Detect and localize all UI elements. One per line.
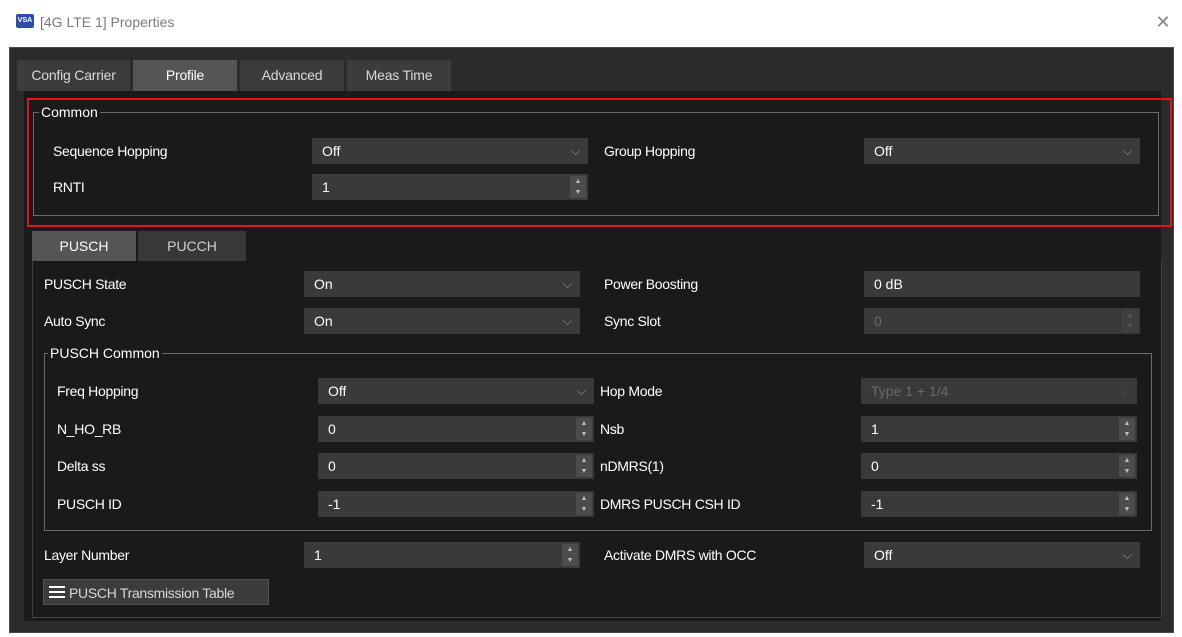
spin-down-icon[interactable]: ▼ — [576, 504, 592, 515]
sequence-hopping-dropdown[interactable]: Off ⌵ — [312, 138, 588, 164]
spinner: ▲ ▼ — [562, 544, 578, 566]
ndmrs1-spinbox[interactable]: 0 ▲ ▼ — [861, 453, 1137, 479]
ndmrs1-label: nDMRS(1) — [600, 458, 664, 474]
tab-profile[interactable]: Profile — [133, 60, 237, 91]
spinner: ▲ ▼ — [1119, 418, 1135, 440]
common-group — [33, 112, 1159, 216]
hop-mode-label: Hop Mode — [600, 383, 663, 399]
tab-meas-time[interactable]: Meas Time — [347, 60, 451, 91]
power-boosting-input[interactable]: 0 dB — [864, 271, 1140, 297]
tab-pucch[interactable]: PUCCH — [138, 231, 246, 261]
power-boosting-value: 0 dB — [874, 276, 903, 292]
tab-config-carrier[interactable]: Config Carrier — [17, 60, 130, 91]
spin-down-icon[interactable]: ▼ — [562, 555, 578, 566]
auto-sync-label: Auto Sync — [44, 313, 106, 329]
spinner: ▲ ▼ — [576, 455, 592, 477]
auto-sync-value: On — [314, 313, 333, 329]
spinner: ▲ ▼ — [1122, 310, 1138, 332]
spinner: ▲ ▼ — [1119, 455, 1135, 477]
sync-slot-value: 0 — [874, 313, 882, 329]
pusch-transmission-table-label: PUSCH Transmission Table — [69, 585, 235, 601]
activate-dmrs-occ-label: Activate DMRS with OCC — [604, 547, 757, 563]
pusch-state-value: On — [314, 276, 333, 292]
nsb-label: Nsb — [600, 421, 624, 437]
tab-advanced[interactable]: Advanced — [240, 60, 344, 91]
spin-down-icon[interactable]: ▼ — [576, 466, 592, 477]
n-ho-rb-spinbox[interactable]: 0 ▲ ▼ — [318, 416, 594, 442]
power-boosting-label: Power Boosting — [604, 276, 698, 292]
chevron-down-icon: ⌵ — [1119, 384, 1129, 398]
spinner: ▲ ▼ — [576, 493, 592, 515]
hop-mode-value: Type 1 + 1/4 — [871, 383, 949, 399]
pusch-state-dropdown[interactable]: On ⌵ — [304, 271, 580, 297]
spinner: ▲ ▼ — [1119, 493, 1135, 515]
dmrs-pusch-csh-id-label: DMRS PUSCH CSH ID — [600, 496, 741, 512]
spin-down-icon[interactable]: ▼ — [570, 187, 586, 198]
dmrs-pusch-csh-id-value: -1 — [871, 496, 884, 512]
sequence-hopping-label: Sequence Hopping — [53, 143, 168, 159]
delta-ss-spinbox[interactable]: 0 ▲ ▼ — [318, 453, 594, 479]
menu-icon — [49, 586, 65, 598]
layer-number-spinbox[interactable]: 1 ▲ ▼ — [304, 542, 580, 568]
chevron-down-icon: ⌵ — [576, 384, 586, 398]
freq-hopping-value: Off — [328, 383, 347, 399]
layer-number-label: Layer Number — [44, 547, 130, 563]
pusch-common-group-label: PUSCH Common — [48, 345, 162, 361]
sync-slot-spinbox[interactable]: 0 ▲ ▼ — [864, 308, 1140, 334]
common-group-label: Common — [39, 104, 100, 120]
title-bar — [0, 0, 1182, 46]
group-hopping-label: Group Hopping — [604, 143, 696, 159]
delta-ss-value: 0 — [328, 458, 336, 474]
chevron-down-icon: ⌵ — [1122, 144, 1132, 158]
chevron-down-icon: ⌵ — [562, 277, 572, 291]
rnti-spinbox[interactable]: 1 ▲ ▼ — [312, 174, 588, 200]
freq-hopping-label: Freq Hopping — [57, 383, 139, 399]
window-title: [4G LTE 1] Properties — [40, 14, 175, 30]
hop-mode-dropdown[interactable]: Type 1 + 1/4 ⌵ — [861, 378, 1137, 404]
ndmrs1-value: 0 — [871, 458, 879, 474]
sequence-hopping-value: Off — [322, 143, 341, 159]
group-hopping-dropdown[interactable]: Off ⌵ — [864, 138, 1140, 164]
sync-slot-label: Sync Slot — [604, 313, 661, 329]
tab-pusch[interactable]: PUSCH — [32, 231, 136, 261]
activate-dmrs-occ-dropdown[interactable]: Off ⌵ — [864, 542, 1140, 568]
pusch-id-spinbox[interactable]: -1 ▲ ▼ — [318, 491, 594, 517]
activate-dmrs-occ-value: Off — [874, 547, 893, 563]
n-ho-rb-label: N_HO_RB — [57, 421, 122, 437]
auto-sync-dropdown[interactable]: On ⌵ — [304, 308, 580, 334]
n-ho-rb-value: 0 — [328, 421, 336, 437]
close-button[interactable]: ✕ — [1150, 9, 1176, 35]
pusch-transmission-table-button[interactable]: PUSCH Transmission Table — [43, 579, 269, 605]
chevron-down-icon: ⌵ — [1122, 548, 1132, 562]
spin-down-icon[interactable]: ▼ — [1119, 504, 1135, 515]
rnti-label: RNTI — [53, 179, 85, 195]
pusch-id-label: PUSCH ID — [57, 496, 122, 512]
spinner: ▲ ▼ — [576, 418, 592, 440]
chevron-down-icon: ⌵ — [562, 314, 572, 328]
delta-ss-label: Delta ss — [57, 458, 106, 474]
chevron-down-icon: ⌵ — [570, 144, 580, 158]
spin-down-icon[interactable]: ▼ — [1119, 466, 1135, 477]
nsb-spinbox[interactable]: 1 ▲ ▼ — [861, 416, 1137, 442]
spin-down-icon[interactable]: ▼ — [576, 429, 592, 440]
freq-hopping-dropdown[interactable]: Off ⌵ — [318, 378, 594, 404]
pusch-id-value: -1 — [328, 496, 341, 512]
nsb-value: 1 — [871, 421, 879, 437]
rnti-value: 1 — [322, 179, 330, 195]
dmrs-pusch-csh-id-spinbox[interactable]: -1 ▲ ▼ — [861, 491, 1137, 517]
spin-down-icon[interactable]: ▼ — [1122, 321, 1138, 332]
layer-number-value: 1 — [314, 547, 322, 563]
spinner: ▲ ▼ — [570, 176, 586, 198]
app-icon: VSA — [16, 14, 34, 28]
group-hopping-value: Off — [874, 143, 893, 159]
pusch-state-label: PUSCH State — [44, 276, 127, 292]
spin-down-icon[interactable]: ▼ — [1119, 429, 1135, 440]
